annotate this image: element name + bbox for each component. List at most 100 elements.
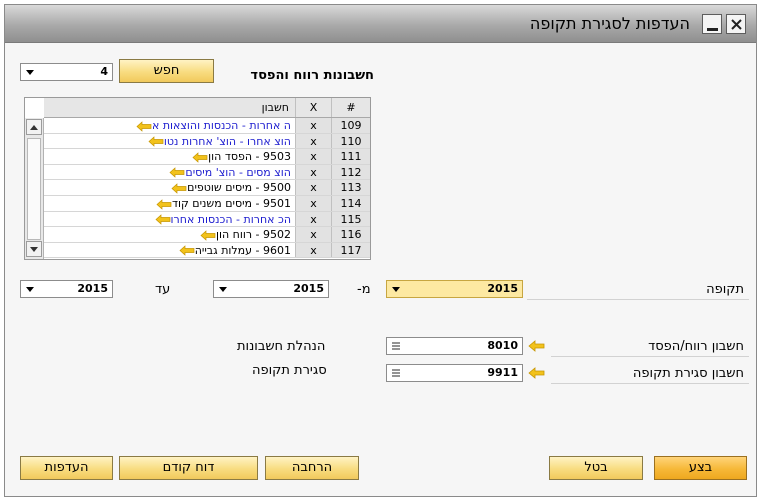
pl-account-value: 8010 [487,339,518,352]
account-cell[interactable]: הוצ מסים - הוצ' מיסים [44,164,296,180]
to-label: עד [155,282,171,297]
row-number-cell: 117 [332,242,370,258]
row-number-cell: 113 [332,180,370,195]
closing-account-name: סגירת תקופה [252,363,327,378]
x-cell[interactable]: x [296,211,332,227]
from-year-value: 2015 [293,282,324,295]
closing-account-label: חשבון סגירת תקופה [632,366,744,381]
scroll-up-icon[interactable] [26,119,42,135]
x-cell[interactable]: x [296,164,332,180]
table-row[interactable]: ה אחרות - הכנסות והוצאות א x 109 [44,118,370,134]
table-row[interactable]: 9601 - עמלות גבייה x 117 [44,242,370,259]
table-row[interactable]: הוצ אחרו - הוצ' אחרות נטו x 110 [44,133,370,150]
x-cell[interactable]: x [296,118,332,133]
link-arrow-icon[interactable] [156,198,172,210]
closing-account-field[interactable]: 9911 [386,364,523,382]
link-arrow-icon[interactable] [155,214,171,225]
account-cell[interactable]: הוצ אחרו - הוצ' אחרות נטו [44,133,296,149]
period-combo[interactable]: 2015 [386,280,523,298]
row-number-cell: 111 [332,149,370,164]
preferences-button[interactable]: העדפות [20,456,113,480]
row-number-cell: 114 [332,196,370,211]
link-arrow-icon[interactable] [169,167,185,179]
account-text: 9503 - הפסד הון [208,150,291,164]
account-cell[interactable]: 9500 - מיסים שוטפים [44,180,296,195]
closing-underline [551,383,749,384]
count-value: 4 [100,65,108,78]
table-row[interactable]: 9502 - רווח הון x 116 [44,227,370,243]
dropdown-arrow-icon [216,282,230,296]
period-closing-preferences-window: העדפות לסגירת תקופה 4 חפש חשבונות רווח ו… [4,4,757,497]
menu-icon[interactable] [390,367,402,379]
link-arrow-icon[interactable] [136,120,152,132]
row-number-cell: 112 [332,164,370,180]
cancel-button[interactable]: בטל [549,456,643,480]
link-arrow-icon[interactable] [179,245,195,257]
from-year-combo[interactable]: 2015 [213,280,329,298]
account-cell[interactable]: ה אחרות - הכנסות והוצאות א [44,118,296,133]
row-number-cell: 115 [332,211,370,227]
execute-button[interactable]: בצע [654,456,747,480]
period-label: תקופה [706,282,744,297]
account-cell[interactable]: 9503 - הפסד הון [44,149,296,164]
scroll-thumb[interactable] [27,138,41,240]
dropdown-arrow-icon [389,282,403,296]
link-arrow-icon[interactable] [528,340,546,352]
x-cell[interactable]: x [296,149,332,164]
x-cell[interactable]: x [296,242,332,258]
link-arrow-icon[interactable] [200,229,216,241]
window-title: העדפות לסגירת תקופה [529,14,690,33]
link-arrow-icon[interactable] [171,183,187,194]
x-cell[interactable]: x [296,227,332,242]
expand-button[interactable]: הרחבה [265,456,359,480]
account-text: הכ אחרות - הכנסות אחרו [170,212,291,226]
previous-report-button[interactable]: דוח קודם [119,456,258,480]
header-number[interactable]: # [332,98,370,117]
table-row[interactable]: 9503 - הפסד הון x 111 [44,149,370,165]
minimize-button[interactable] [702,14,722,34]
to-year-value: 2015 [77,282,108,295]
title-bar: העדפות לסגירת תקופה [5,5,756,43]
table-row[interactable]: הוצ מסים - הוצ' מיסים x 112 [44,164,370,181]
account-text: הוצ אחרו - הוצ' אחרות נטו [163,134,291,148]
pl-account-field[interactable]: 8010 [386,337,523,355]
table-row[interactable]: הכ אחרות - הכנסות אחרו x 115 [44,211,370,228]
search-button[interactable]: חפש [119,59,214,83]
accounts-grid: חשבון X # ה אחרות - הכנסות והוצאות א x 109… [24,97,371,260]
account-cell[interactable]: 9501 - מיסים משנים קוד [44,196,296,211]
menu-icon[interactable] [390,340,402,352]
dropdown-arrow-icon [23,282,37,296]
accounts-heading: חשבונות רווח והפסד [250,68,374,83]
x-cell[interactable]: x [296,180,332,195]
pl-account-name: הנהלת חשבונות [237,339,326,354]
account-cell[interactable]: 9601 - עמלות גבייה [44,242,296,258]
scroll-down-icon[interactable] [26,241,42,257]
pl-account-label: חשבון רווח/הפסד [648,339,744,354]
table-row[interactable]: 9500 - מיסים שוטפים x 113 [44,180,370,196]
account-cell[interactable]: 9502 - רווח הון [44,227,296,242]
account-text: 9501 - מיסים משנים קוד [171,197,291,210]
x-cell[interactable]: x [296,133,332,149]
link-arrow-icon[interactable] [528,367,546,379]
account-text: 9500 - מיסים שוטפים [187,181,291,195]
table-row[interactable]: 9501 - מיסים משנים קוד x 114 [44,196,370,212]
close-button[interactable] [726,14,746,34]
count-combo[interactable]: 4 [20,63,113,81]
x-cell[interactable]: x [296,196,332,211]
to-year-combo[interactable]: 2015 [20,280,113,298]
account-text: הוצ מסים - הוצ' מיסים [185,165,291,179]
link-arrow-icon[interactable] [192,151,208,163]
dropdown-arrow-icon [23,65,37,79]
header-x[interactable]: X [296,98,332,117]
link-arrow-icon[interactable] [148,136,164,147]
from-label: מ- [357,282,371,297]
minimize-icon [707,28,718,31]
close-icon [731,19,742,30]
row-number-cell: 116 [332,227,370,242]
header-account[interactable]: חשבון [44,98,296,117]
grid-header: חשבון X # [44,98,370,118]
account-cell[interactable]: הכ אחרות - הכנסות אחרו [44,211,296,227]
grid-scrollbar[interactable] [25,118,44,259]
account-text: 9601 - עמלות גבייה [194,243,291,257]
period-underline [527,299,749,300]
